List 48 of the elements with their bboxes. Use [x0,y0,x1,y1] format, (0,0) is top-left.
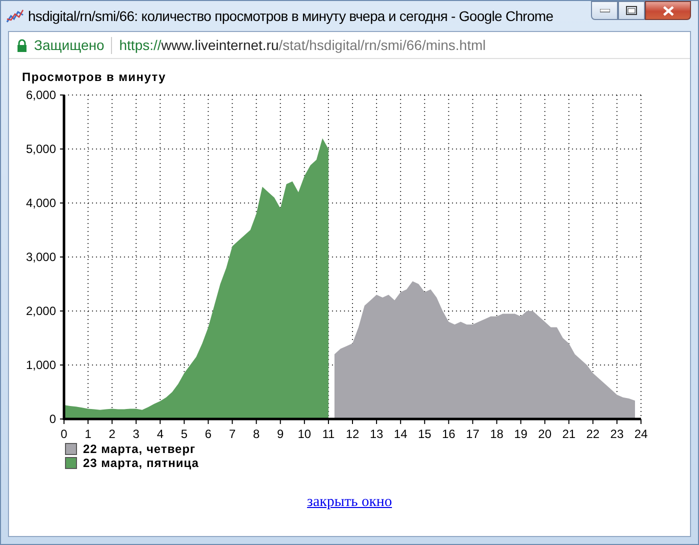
close-icon [662,6,674,16]
security-label: Защищено [34,37,104,53]
x-tick-label: 13 [370,427,384,441]
legend-label: 23 марта, пятница [83,456,199,470]
chart-title: Просмотров в минуту [22,70,167,84]
x-tick-label: 24 [634,427,648,441]
y-tick-label: 3,000 [26,250,56,264]
x-tick-label: 4 [156,427,164,441]
x-tick-label: 22 [586,427,600,441]
minimize-button[interactable] [591,1,618,20]
minimize-icon [600,8,610,12]
x-tick-label: 2 [108,427,116,441]
window-title: hsdigital/rn/smi/66: количество просмотров в минуту вчера и сегодня - Google Chrome [28,8,554,24]
address-bar[interactable]: Защищено https://www.liveinternet.ru/stat/hsdigital/rn/smi/66/mins.html [9,32,690,59]
maximize-icon [626,6,637,15]
x-tick-label: 0 [60,427,68,441]
x-tick-label: 20 [538,427,552,441]
x-tick-label: 6 [204,427,212,441]
url-text: https://www.liveinternet.ru/stat/hsdigital/rn/smi/66/mins.html [119,37,486,53]
x-tick-label: 5 [180,427,188,441]
x-tick-label: 14 [394,427,408,441]
close-window-link[interactable]: закрыть окно [307,494,392,511]
x-tick-label: 21 [562,427,576,441]
lock-icon [17,38,27,52]
x-tick-label: 12 [346,427,360,441]
x-tick-label: 19 [514,427,528,441]
close-button[interactable] [645,1,691,20]
x-tick-label: 10 [298,427,312,441]
x-tick-label: 3 [132,427,140,441]
legend-label: 22 марта, четверг [83,442,196,456]
y-tick-label: 1,000 [26,358,56,372]
x-tick-label: 9 [277,427,284,441]
y-tick-label: 0 [49,412,56,426]
x-tick-label: 11 [322,427,335,441]
x-tick-label: 18 [490,427,504,441]
line-chart-icon [6,8,24,24]
x-tick-label: 17 [466,427,480,441]
y-tick-label: 2,000 [26,304,56,318]
x-tick-label: 7 [228,427,236,441]
y-tick-label: 6,000 [26,88,56,102]
y-tick-label: 4,000 [26,196,56,210]
y-tick-label: 5,000 [26,142,56,156]
x-tick-label: 23 [610,427,624,441]
maximize-button[interactable] [618,1,645,20]
x-tick-label: 16 [442,427,456,441]
x-tick-label: 8 [253,427,260,441]
x-tick-label: 15 [418,427,432,441]
x-tick-label: 1 [84,427,92,441]
